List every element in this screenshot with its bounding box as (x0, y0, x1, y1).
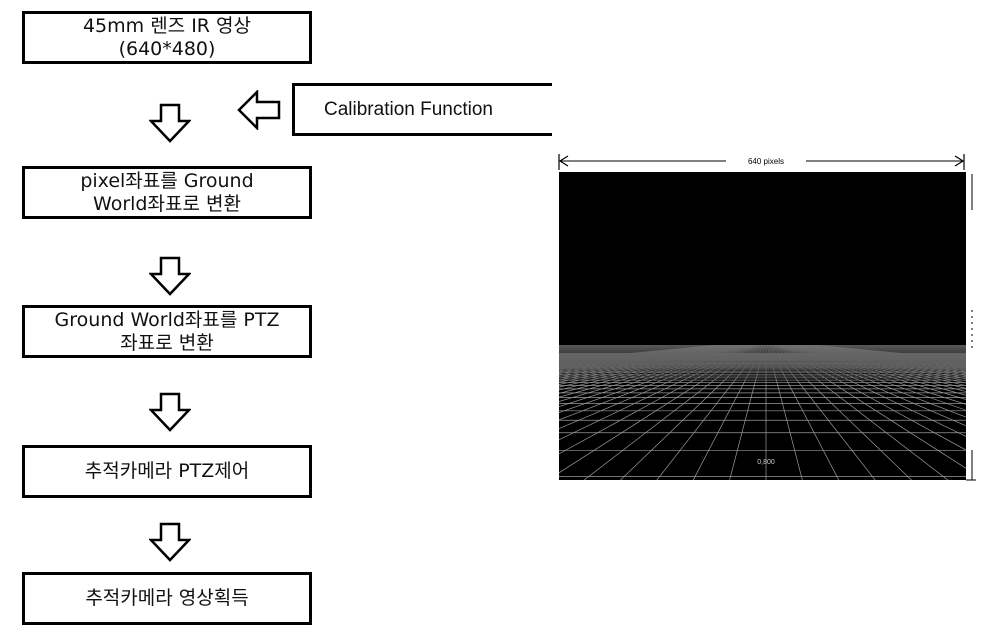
step-text-line: 추적카메라 PTZ제어 (84, 460, 250, 482)
flow-step-pixel-to-ground: pixel좌표를 Ground World좌표로 변환 (22, 166, 312, 219)
step-text-line: 추적카메라 영상획득 (85, 587, 249, 609)
step-text-line: 좌표로 변환 (120, 331, 214, 354)
width-dimension: 640 pixels (558, 154, 965, 170)
width-label: 640 pixels (748, 157, 784, 166)
down-arrow-icon (149, 256, 191, 296)
step-text-line: (640*480) (118, 37, 216, 60)
step-text-line: pixel좌표를 Ground (80, 169, 254, 192)
step-text-line: 45mm 렌즈 IR 영상 (82, 14, 252, 37)
horizon-haze (559, 345, 966, 415)
down-arrow-icon (149, 522, 191, 562)
flow-step-image-acquisition: 추적카메라 영상획득 (22, 572, 312, 625)
ir-image-figure: 640 pixels 0,800 (558, 154, 976, 481)
flow-step-ground-to-ptz: Ground World좌표를 PTZ 좌표로 변환 (22, 305, 312, 358)
step-text-line: World좌표로 변환 (93, 192, 241, 215)
left-arrow-icon (237, 90, 281, 130)
height-dimension (966, 174, 976, 481)
step-text-line: Ground World좌표를 PTZ (54, 308, 280, 331)
flow-step-ptz-control: 추적카메라 PTZ제어 (22, 445, 312, 498)
down-arrow-icon (149, 103, 191, 143)
down-arrow-icon (149, 392, 191, 432)
calibration-function-label: Calibration Function (324, 98, 493, 120)
calibration-function-box: Calibration Function (292, 83, 552, 136)
center-coordinate-label: 0,800 (757, 459, 775, 466)
flow-step-ir-image: 45mm 렌즈 IR 영상 (640*480) (22, 11, 312, 64)
